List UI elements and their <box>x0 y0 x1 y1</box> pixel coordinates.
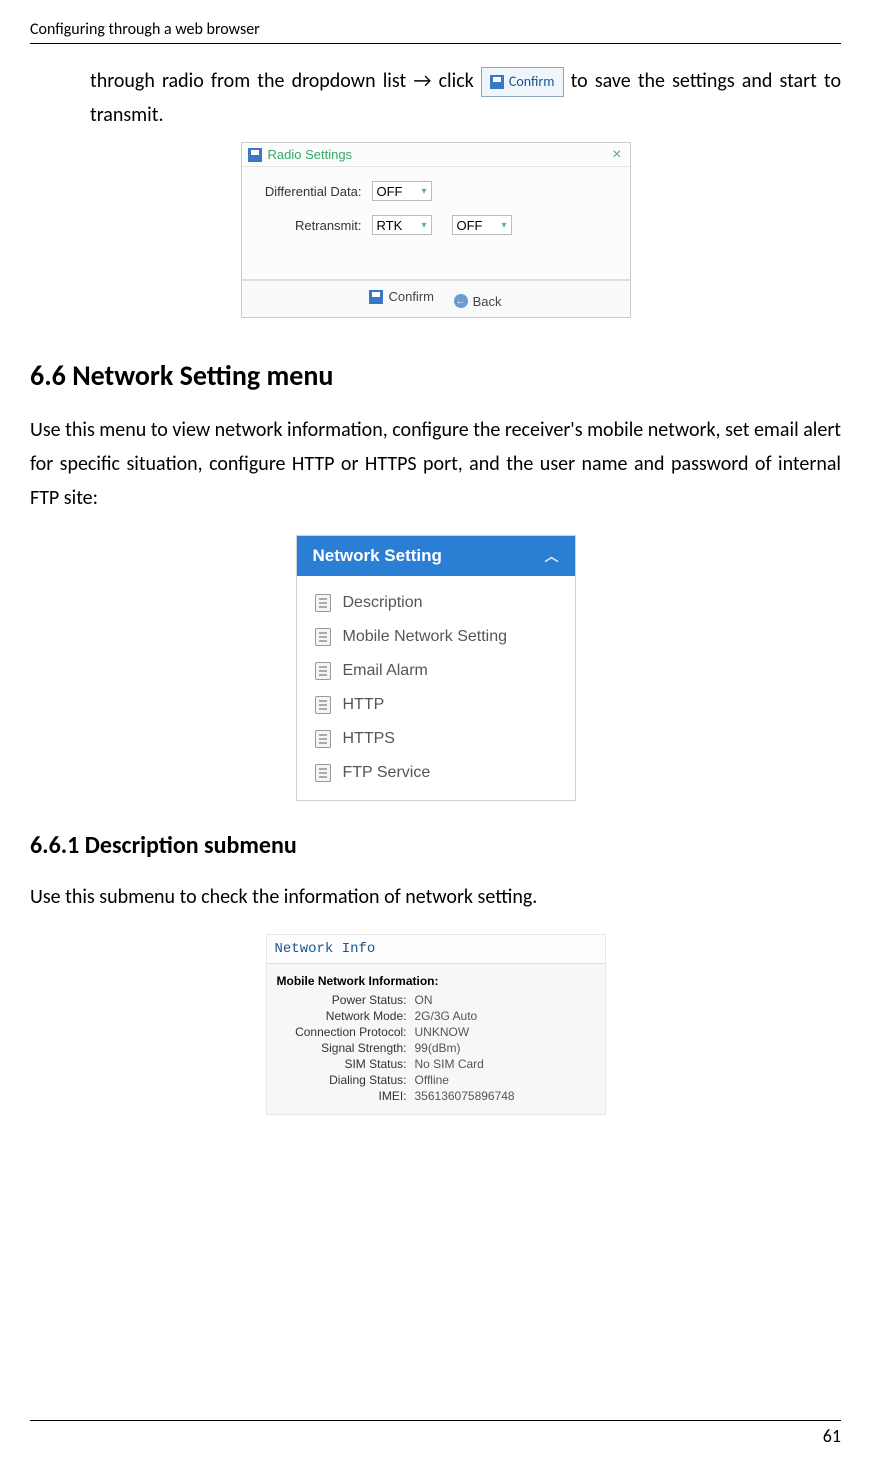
item-label: HTTPS <box>343 730 395 748</box>
retransmit-select-2[interactable]: OFF ▾ <box>452 215 512 235</box>
confirm-button[interactable]: Confirm <box>369 289 434 304</box>
item-label: Description <box>343 594 423 612</box>
sidebar-item-email-alarm[interactable]: Email Alarm <box>297 654 575 688</box>
network-info-title: Network Info <box>267 935 605 964</box>
section-6-6-body: Use this menu to view network informatio… <box>30 413 841 515</box>
item-label: HTTP <box>343 696 385 714</box>
section-6-6-1-heading: 6.6.1 Description submenu <box>30 831 841 860</box>
power-status-row: Power Status: ON <box>267 992 605 1008</box>
mobile-network-info-subtitle: Mobile Network Information: <box>267 964 605 992</box>
network-mode-label: Network Mode: <box>277 1009 407 1023</box>
dialing-status-value: Offline <box>415 1073 449 1087</box>
back-arrow-icon: ← <box>454 294 468 308</box>
save-icon <box>490 75 504 89</box>
select-value: RTK <box>377 218 403 233</box>
document-icon <box>315 628 331 646</box>
item-label: FTP Service <box>343 764 431 782</box>
sidebar-item-https[interactable]: HTTPS <box>297 722 575 756</box>
radio-settings-body: Differential Data: OFF ▾ Retransmit: RTK… <box>242 167 630 280</box>
header-title: Configuring through a web browser <box>30 20 260 39</box>
radio-settings-title: Radio Settings <box>268 147 353 162</box>
retransmit-select-1[interactable]: RTK ▾ <box>372 215 432 235</box>
page-number: 61 <box>30 1420 841 1447</box>
document-icon <box>315 730 331 748</box>
sim-status-row: SIM Status: No SIM Card <box>267 1056 605 1072</box>
confirm-button-inline[interactable]: Confirm <box>481 67 564 97</box>
power-status-label: Power Status: <box>277 993 407 1007</box>
sidebar-item-http[interactable]: HTTP <box>297 688 575 722</box>
retransmit-row: Retransmit: RTK ▾ OFF ▾ <box>252 215 620 235</box>
sim-status-label: SIM Status: <box>277 1057 407 1071</box>
select-value: OFF <box>457 218 483 233</box>
confirm-label: Confirm <box>388 289 434 304</box>
chevron-up-icon: ︿ <box>545 546 559 566</box>
sidebar-item-description[interactable]: Description <box>297 586 575 620</box>
back-label: Back <box>473 294 502 309</box>
sidebar-item-ftp-service[interactable]: FTP Service <box>297 756 575 790</box>
connection-protocol-label: Connection Protocol: <box>277 1025 407 1039</box>
imei-label: IMEI: <box>277 1089 407 1103</box>
network-setting-title: Network Setting <box>313 546 442 566</box>
document-icon <box>315 764 331 782</box>
item-label: Email Alarm <box>343 662 428 680</box>
document-icon <box>315 594 331 612</box>
chevron-down-icon: ▾ <box>501 220 506 231</box>
radio-settings-panel: Radio Settings × Differential Data: OFF … <box>241 142 631 318</box>
differential-data-row: Differential Data: OFF ▾ <box>252 181 620 201</box>
chevron-down-icon: ▾ <box>421 220 426 231</box>
differential-data-label: Differential Data: <box>252 184 362 199</box>
network-mode-value: 2G/3G Auto <box>415 1009 478 1023</box>
sim-status-value: No SIM Card <box>415 1057 484 1071</box>
signal-strength-label: Signal Strength: <box>277 1041 407 1055</box>
close-icon[interactable]: × <box>612 146 621 164</box>
imei-row: IMEI: 356136075896748 <box>267 1088 605 1104</box>
connection-protocol-value: UNKNOW <box>415 1025 470 1039</box>
para1-pre: through radio from the dropdown list → c… <box>90 69 481 93</box>
save-icon <box>248 148 262 162</box>
intro-paragraph: through radio from the dropdown list → c… <box>30 64 841 132</box>
retransmit-label: Retransmit: <box>252 218 362 233</box>
power-status-value: ON <box>415 993 433 1007</box>
chevron-down-icon: ▾ <box>421 186 426 197</box>
radio-settings-footer: Confirm ← Back <box>242 280 630 317</box>
connection-protocol-row: Connection Protocol: UNKNOW <box>267 1024 605 1040</box>
network-mode-row: Network Mode: 2G/3G Auto <box>267 1008 605 1024</box>
imei-value: 356136075896748 <box>415 1089 515 1103</box>
network-setting-header[interactable]: Network Setting ︿ <box>297 536 575 576</box>
back-button[interactable]: ← Back <box>454 294 502 309</box>
sidebar-item-mobile-network[interactable]: Mobile Network Setting <box>297 620 575 654</box>
dialing-status-row: Dialing Status: Offline <box>267 1072 605 1088</box>
dialing-status-label: Dialing Status: <box>277 1073 407 1087</box>
document-icon <box>315 662 331 680</box>
select-value: OFF <box>377 184 403 199</box>
differential-data-select[interactable]: OFF ▾ <box>372 181 432 201</box>
save-icon <box>369 290 383 304</box>
network-info-panel: Network Info Mobile Network Information:… <box>266 934 606 1115</box>
section-6-6-heading: 6.6 Network Setting menu <box>30 358 841 393</box>
signal-strength-row: Signal Strength: 99(dBm) <box>267 1040 605 1056</box>
page-header: Configuring through a web browser <box>30 20 841 44</box>
confirm-label: Confirm <box>509 70 555 94</box>
signal-strength-value: 99(dBm) <box>415 1041 461 1055</box>
document-icon <box>315 696 331 714</box>
network-setting-sidebar: Network Setting ︿ Description Mobile Net… <box>296 535 576 801</box>
network-setting-list: Description Mobile Network Setting Email… <box>297 576 575 800</box>
item-label: Mobile Network Setting <box>343 628 508 646</box>
radio-settings-title-bar: Radio Settings × <box>242 143 630 167</box>
section-6-6-1-body: Use this submenu to check the informatio… <box>30 880 841 914</box>
